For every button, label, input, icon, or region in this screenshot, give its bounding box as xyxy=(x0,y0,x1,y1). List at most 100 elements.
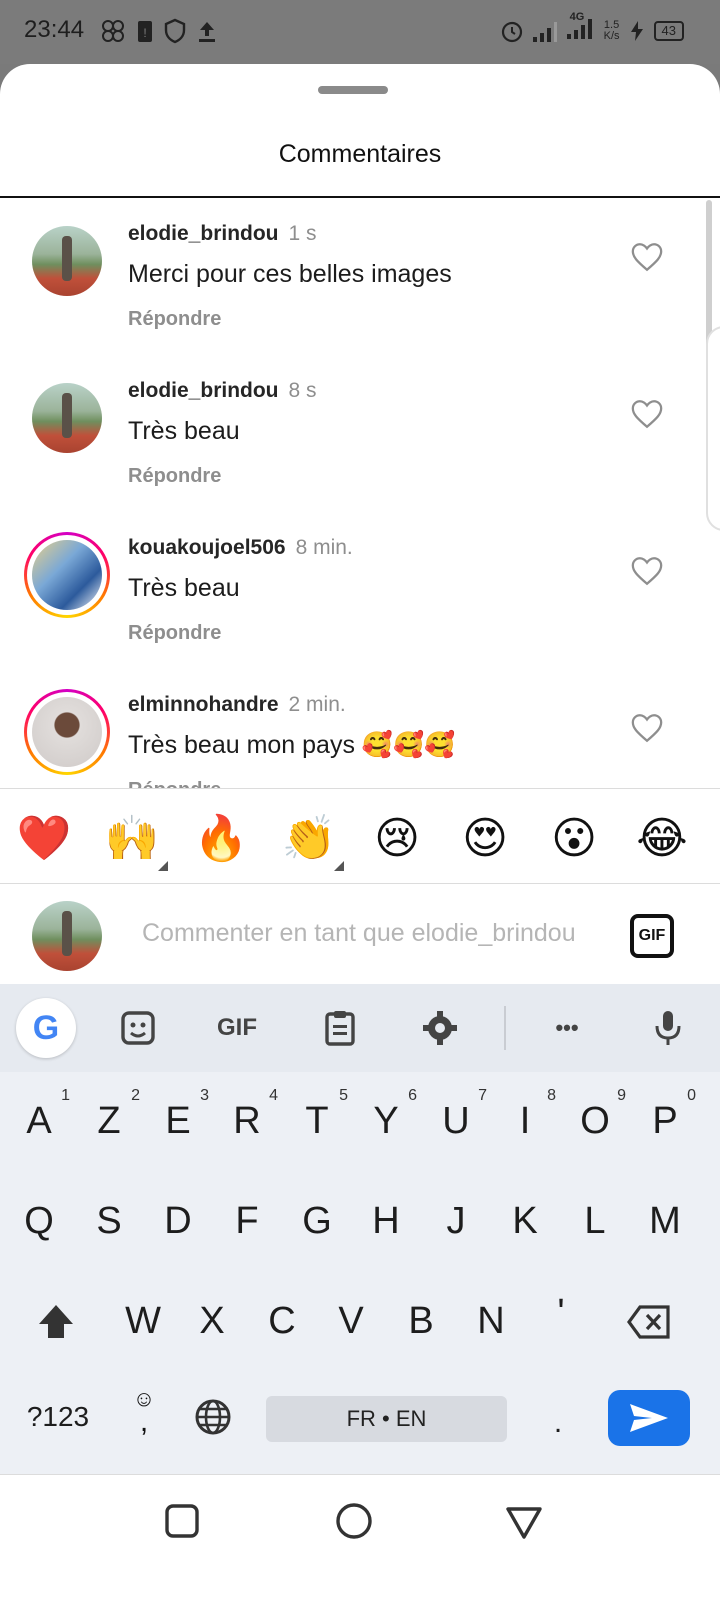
recents-square-icon[interactable] xyxy=(164,1503,200,1539)
key-l[interactable]: L xyxy=(560,1182,630,1260)
comment-username[interactable]: elminnohandre xyxy=(128,693,279,716)
net-speed: 1.5 K/s xyxy=(603,18,620,42)
key-z[interactable]: Z2 xyxy=(74,1082,144,1160)
edge-panel-handle[interactable] xyxy=(706,326,720,531)
avatar[interactable] xyxy=(32,226,102,296)
comment-username[interactable]: elodie_brindou xyxy=(128,222,279,245)
story-ring[interactable] xyxy=(24,689,110,775)
more-options-icon[interactable]: ••• xyxy=(544,1008,590,1048)
reaction-surprised[interactable]: 😮 xyxy=(546,811,602,867)
comment-item: elodie_brindou 8 s Très beau Répondre xyxy=(0,357,720,514)
pinwheel-icon xyxy=(102,20,124,42)
key-d[interactable]: D xyxy=(143,1182,213,1260)
key-e[interactable]: E3 xyxy=(143,1082,213,1160)
network-type: 4G xyxy=(569,11,585,23)
globe-icon[interactable] xyxy=(194,1398,232,1436)
key-q[interactable]: Q xyxy=(4,1182,74,1260)
avatar[interactable] xyxy=(32,697,102,767)
reaction-heart-eyes[interactable]: 😍 xyxy=(457,811,513,867)
sticker-icon[interactable] xyxy=(118,1008,158,1048)
key-c[interactable]: C xyxy=(247,1282,317,1360)
comment-time: 8 s xyxy=(288,379,317,402)
key-u[interactable]: U7 xyxy=(421,1082,491,1160)
reply-button[interactable]: Répondre xyxy=(128,465,221,488)
symbols-key[interactable]: ?123 xyxy=(18,1378,98,1456)
key-x[interactable]: X xyxy=(177,1282,247,1360)
comment-input[interactable]: Commenter en tant que elodie_brindou xyxy=(142,919,602,948)
key-r[interactable]: R4 xyxy=(212,1082,282,1160)
avatar[interactable] xyxy=(32,383,102,453)
clipboard-icon[interactable] xyxy=(320,1008,360,1048)
key-v[interactable]: V xyxy=(316,1282,386,1360)
status-bar: 23:44 ! 4G 1.5 K/s 43 xyxy=(0,0,720,64)
period-key[interactable]: . xyxy=(528,1384,588,1462)
key-a[interactable]: A1 xyxy=(4,1082,74,1160)
svg-text:!: ! xyxy=(143,26,146,40)
reply-button[interactable]: Répondre xyxy=(128,779,221,788)
keyboard: G GIF ••• A1 Z2 E3 R4 T5 Y6 U7 I8 O9 P0 … xyxy=(0,984,720,1474)
status-left-icons: ! xyxy=(100,18,218,44)
microphone-icon[interactable] xyxy=(648,1008,688,1048)
comments-list[interactable]: elodie_brindou 1 s Merci pour ces belles … xyxy=(0,200,720,788)
google-icon[interactable]: G xyxy=(16,998,76,1058)
reaction-heart[interactable]: ❤️ xyxy=(16,811,72,867)
reaction-fire[interactable]: 🔥 xyxy=(193,811,249,867)
key-g[interactable]: G xyxy=(282,1182,352,1260)
reply-button[interactable]: Répondre xyxy=(128,622,221,645)
comment-text: Très beau xyxy=(128,417,240,445)
key-f[interactable]: F xyxy=(212,1182,282,1260)
gif-button[interactable]: GIF xyxy=(630,914,674,958)
heart-icon[interactable] xyxy=(630,711,664,745)
toolbar-divider xyxy=(504,1006,506,1050)
key-h[interactable]: H xyxy=(351,1182,421,1260)
home-circle-icon[interactable] xyxy=(334,1501,374,1541)
key-apostrophe[interactable]: ' xyxy=(526,1274,596,1352)
drag-handle[interactable] xyxy=(318,86,388,94)
key-p[interactable]: P0 xyxy=(630,1082,700,1160)
emoji-comma-key[interactable]: ☺ , xyxy=(124,1388,164,1437)
key-o[interactable]: O9 xyxy=(560,1082,630,1160)
keyboard-gif-button[interactable]: GIF xyxy=(212,1008,262,1048)
reply-button[interactable]: Répondre xyxy=(128,308,221,331)
avatar xyxy=(32,901,102,971)
quick-reactions-bar: ❤️ 🙌 🔥 👏 😢 😍 😮 😂 xyxy=(0,788,720,884)
key-n[interactable]: N xyxy=(456,1282,526,1360)
title-divider xyxy=(0,196,720,198)
net-speed-value: 1.5 xyxy=(603,18,620,31)
comment-meta: elodie_brindou 8 s xyxy=(128,379,317,403)
key-k[interactable]: K xyxy=(490,1182,560,1260)
status-time: 23:44 xyxy=(24,16,85,43)
reaction-raised-hands[interactable]: 🙌 xyxy=(104,811,160,867)
key-y[interactable]: Y6 xyxy=(351,1082,421,1160)
reaction-clap[interactable]: 👏 xyxy=(281,811,337,867)
reaction-crying[interactable]: 😢 xyxy=(369,811,425,867)
system-nav-bar xyxy=(0,1474,720,1600)
comment-username[interactable]: elodie_brindou xyxy=(128,379,279,402)
key-i[interactable]: I8 xyxy=(490,1082,560,1160)
key-b[interactable]: B xyxy=(386,1282,456,1360)
back-triangle-icon[interactable] xyxy=(504,1505,544,1541)
story-ring[interactable] xyxy=(24,532,110,618)
sheet-title: Commentaires xyxy=(278,140,442,168)
comment-username[interactable]: kouakoujoel506 xyxy=(128,536,286,559)
reaction-laughing[interactable]: 😂 xyxy=(634,811,690,867)
backspace-icon[interactable] xyxy=(626,1304,672,1340)
shift-icon[interactable] xyxy=(36,1302,76,1342)
key-m[interactable]: M xyxy=(630,1182,700,1260)
space-bar[interactable]: FR • EN xyxy=(266,1396,507,1442)
comment-item: elodie_brindou 1 s Merci pour ces belles … xyxy=(0,200,720,357)
key-s[interactable]: S xyxy=(74,1182,144,1260)
heart-icon[interactable] xyxy=(630,240,664,274)
upload-icon xyxy=(199,22,215,42)
send-button[interactable] xyxy=(608,1390,690,1446)
avatar[interactable] xyxy=(32,540,102,610)
scrollbar[interactable] xyxy=(706,200,712,350)
heart-icon[interactable] xyxy=(630,554,664,588)
settings-gear-icon[interactable] xyxy=(420,1008,460,1048)
key-w[interactable]: W xyxy=(108,1282,178,1360)
key-j[interactable]: J xyxy=(421,1182,491,1260)
key-t[interactable]: T5 xyxy=(282,1082,352,1160)
comment-time: 2 min. xyxy=(288,693,346,716)
comment-meta: kouakoujoel506 8 min. xyxy=(128,536,353,560)
heart-icon[interactable] xyxy=(630,397,664,431)
